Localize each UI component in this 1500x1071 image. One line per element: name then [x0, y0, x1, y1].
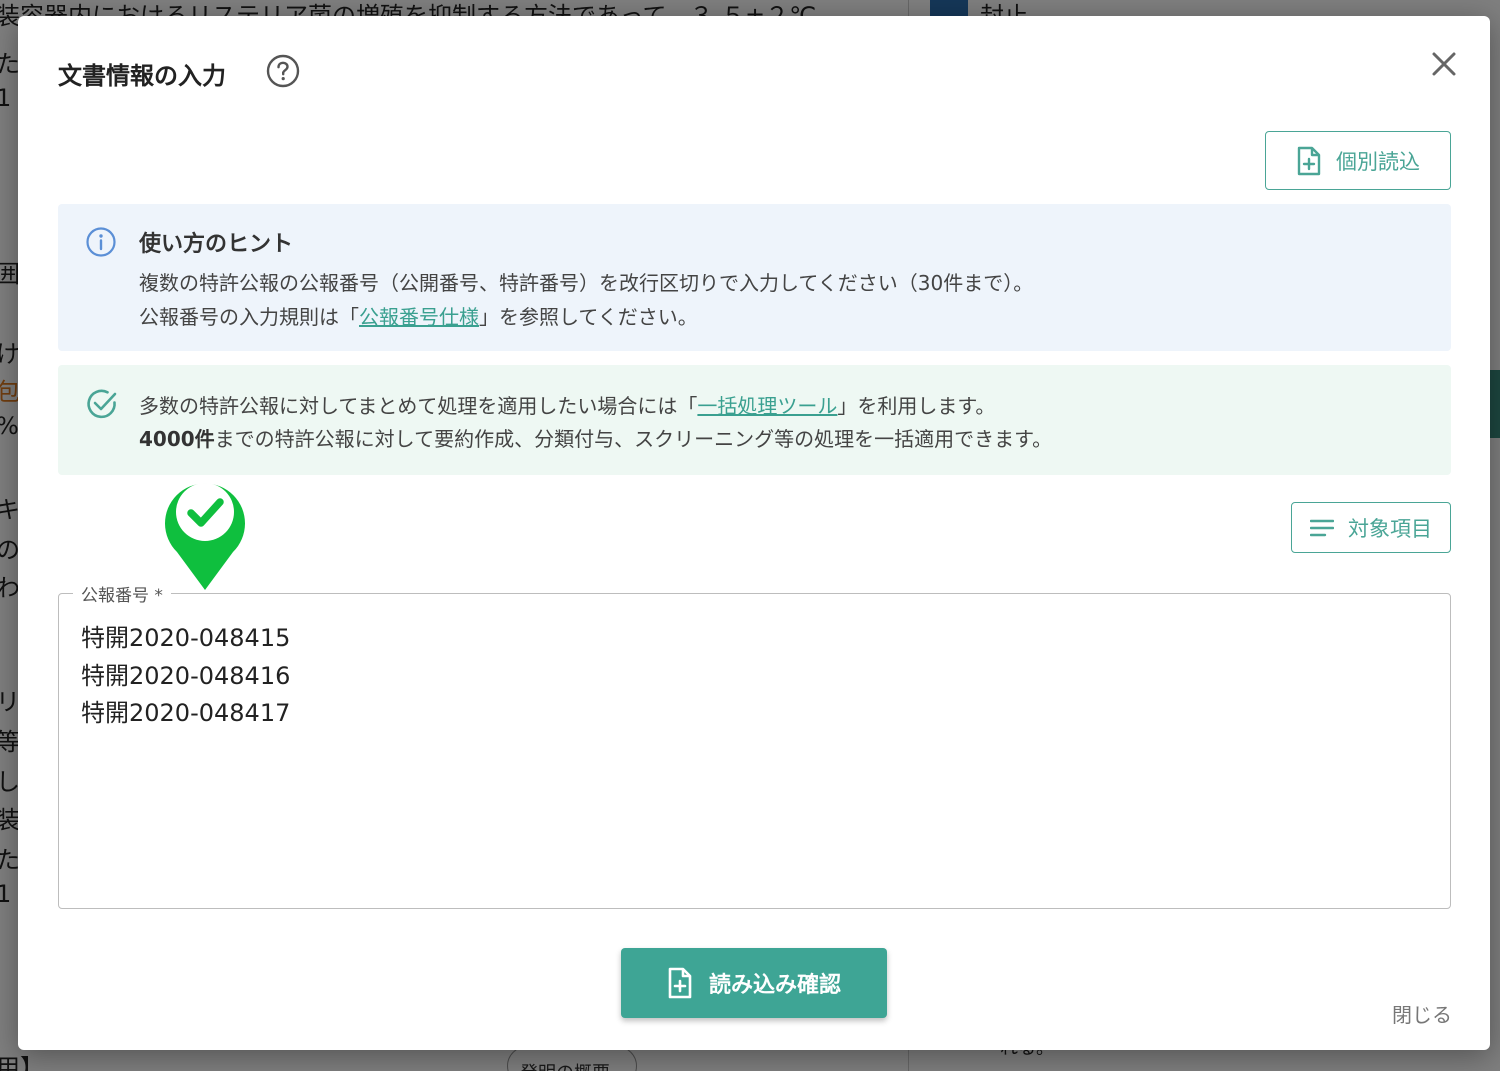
close-dialog-link[interactable]: 閉じる	[1392, 999, 1452, 1028]
question-circle-icon[interactable]	[266, 54, 300, 88]
target-items-button[interactable]: 対象項目	[1291, 502, 1451, 553]
list-icon	[1310, 519, 1334, 536]
batch-text-suffix: 」を利用します。	[837, 394, 996, 418]
confirm-load-button[interactable]: 読み込み確認	[621, 948, 887, 1018]
hint-title: 使い方のヒント	[139, 232, 294, 257]
individual-load-label: 個別読込	[1336, 149, 1420, 174]
publication-number-spec-link[interactable]: 公報番号仕様	[359, 305, 479, 329]
individual-load-button[interactable]: 個別読込	[1265, 131, 1451, 190]
batch-text-prefix: 多数の特許公報に対してまとめて処理を適用したい場合には「	[139, 394, 698, 418]
confirm-load-label: 読み込み確認	[708, 973, 841, 998]
batch-text-line-1: 多数の特許公報に対してまとめて処理を適用したい場合には「一括処理ツール」を利用し…	[139, 390, 995, 419]
info-icon	[86, 227, 116, 257]
file-plus-icon	[668, 967, 692, 999]
close-icon[interactable]	[1426, 46, 1462, 82]
hint-text-line-1: 複数の特許公報の公報番号（公開番号、特許番号）を改行区切りで入力してください（3…	[139, 271, 1034, 295]
file-plus-icon	[1297, 146, 1321, 175]
batch-count-text: 4000件	[139, 427, 215, 451]
hint-text-suffix: 」を参照してください。	[479, 305, 698, 329]
hint-text-line-2: 公報番号の入力規則は「公報番号仕様」を参照してください。	[139, 301, 698, 330]
batch-tool-info-box: 多数の特許公報に対してまとめて処理を適用したい場合には「一括処理ツール」を利用し…	[58, 365, 1451, 475]
target-items-label: 対象項目	[1348, 516, 1432, 541]
hint-text-prefix: 公報番号の入力規則は「	[139, 305, 359, 329]
publication-number-field: 公報番号 * 特開2020-048415 特開2020-048416 特開202…	[58, 581, 1451, 909]
document-input-dialog: 文書情報の入力 個別読込 使い方のヒント 複数の特許公報の公報番号（公開番号、特…	[18, 16, 1490, 1050]
check-marker-icon	[165, 483, 245, 590]
publication-number-input[interactable]: 特開2020-048415 特開2020-048416 特開2020-04841…	[81, 620, 1421, 890]
batch-tool-link[interactable]: 一括処理ツール	[697, 394, 837, 418]
dialog-title: 文書情報の入力	[58, 62, 226, 90]
publication-number-label: 公報番号 *	[73, 581, 171, 606]
batch-text-line-2: 4000件までの特許公報に対して要約作成、分類付与、スクリーニング等の処理を一括…	[139, 423, 1052, 452]
check-circle-icon	[87, 389, 117, 419]
batch-text-rest: までの特許公報に対して要約作成、分類付与、スクリーニング等の処理を一括適用できま…	[214, 427, 1053, 451]
usage-hint-box: 使い方のヒント 複数の特許公報の公報番号（公開番号、特許番号）を改行区切りで入力…	[58, 204, 1451, 351]
